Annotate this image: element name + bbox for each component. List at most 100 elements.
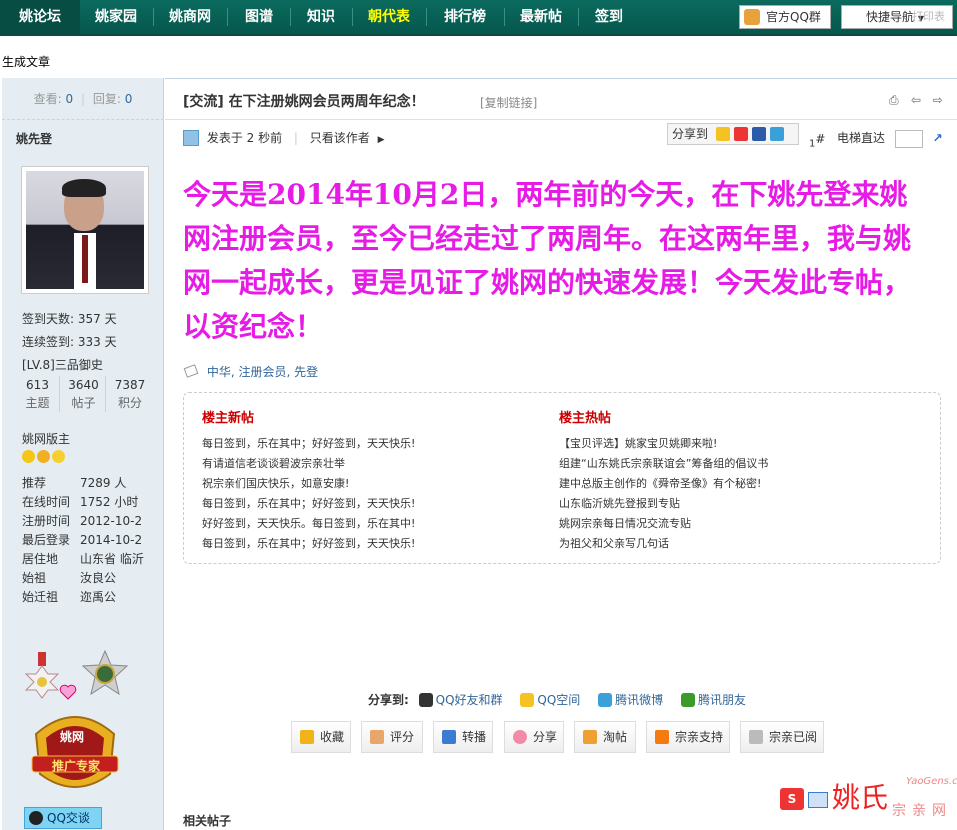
list-item[interactable]: 组建“山东姚氏宗亲联谊会”筹备组的倡议书: [559, 454, 768, 474]
list-item[interactable]: 好好签到，天天快乐。每日签到，乐在其中!: [202, 514, 415, 534]
points-count: 7387: [114, 378, 146, 392]
nav-dynasty-table[interactable]: 朝代表: [358, 0, 420, 34]
tqq-icon[interactable]: [769, 127, 784, 141]
star-icon: [52, 450, 65, 463]
points-stat[interactable]: 7387 积分: [108, 376, 152, 412]
posts-stat[interactable]: 3640 帖子: [62, 376, 106, 412]
list-item[interactable]: 每日签到，乐在其中；好好签到，天天快乐!: [202, 534, 415, 554]
topics-stat[interactable]: 613 主题: [16, 376, 60, 412]
qq-group-button[interactable]: 官方QQ群: [739, 5, 831, 29]
author-name[interactable]: 姚先登: [16, 130, 52, 147]
rate-button[interactable]: 评分: [361, 721, 423, 753]
qq-chat-button[interactable]: QQ交谈: [24, 807, 102, 829]
list-item[interactable]: 姚网宗亲每日情况交流专贴: [559, 514, 768, 534]
nav-genealogy[interactable]: 图谱: [233, 0, 285, 34]
view-reply-stats: 查看: 0 | 回复: 0: [2, 78, 164, 120]
info-value: 迩禹公: [80, 590, 117, 604]
prev-thread-icon[interactable]: ⇦: [911, 94, 925, 107]
info-key: 推荐: [22, 476, 47, 490]
share-qq-friends[interactable]: QQ好友和群: [418, 693, 503, 707]
generate-article-label: 生成文章: [2, 55, 51, 69]
taotie-button[interactable]: 淘帖: [574, 721, 636, 753]
qq-chat-label: QQ交谈: [47, 811, 90, 825]
share-tqq-label: 腾讯微博: [615, 693, 664, 707]
taotie-label: 淘帖: [603, 730, 628, 744]
elevator: 电梯直达 ↗: [837, 129, 943, 148]
divider: [165, 119, 957, 120]
quick-nav-label: 快捷导航: [866, 10, 915, 24]
author-posts-box: 楼主新帖 每日签到，乐在其中；好好签到，天天快乐! 有请道信老谈谈碧波宗亲壮举 …: [183, 392, 941, 564]
list-item[interactable]: 祝宗亲们国庆快乐，如意安康!: [202, 474, 415, 494]
cross-medal-icon[interactable]: [24, 652, 60, 700]
nav-yao-forum[interactable]: 姚论坛: [0, 0, 80, 34]
sun-icon: [22, 450, 35, 463]
tag-links[interactable]: 中华, 注册会员, 先登: [207, 365, 318, 379]
avatar[interactable]: [21, 166, 149, 294]
print-icon[interactable]: ⎙: [889, 94, 903, 107]
weibo-icon[interactable]: [733, 127, 748, 141]
post-time: 发表于 2 秒前: [206, 131, 283, 145]
nav-signin[interactable]: 签到: [584, 0, 634, 34]
list-item[interactable]: 【宝贝评选】姚家宝贝姚卿来啦!: [559, 434, 768, 454]
user-level[interactable]: [LV.8]三品御史: [22, 356, 103, 373]
qq-penguin-icon: [29, 811, 43, 825]
star-medal-icon[interactable]: [82, 650, 128, 696]
nav-separator: [290, 8, 291, 26]
list-item[interactable]: 每日签到，乐在其中；好好签到，天天快乐!: [202, 494, 415, 514]
elevator-go-icon[interactable]: ↗: [933, 131, 943, 145]
favorite-button[interactable]: 收藏: [291, 721, 351, 753]
new-posts-heading: 楼主新帖: [202, 411, 255, 426]
info-key: 在线时间: [22, 495, 71, 509]
elevator-input[interactable]: [894, 129, 923, 148]
nav-ranking[interactable]: 排行榜: [432, 0, 498, 34]
post-content: 今天是2014年10月2日，两年前的今天，在下姚先登来姚网注册会员，至今已经走过…: [183, 178, 912, 343]
list-item[interactable]: 为祖父和父亲写几句话: [559, 534, 768, 554]
info-value: 2014-10-2: [80, 533, 143, 547]
rate-label: 评分: [390, 730, 415, 744]
nav-knowledge[interactable]: 知识: [296, 0, 346, 34]
share-qzone[interactable]: QQ空间: [520, 693, 580, 707]
qzone-icon[interactable]: [715, 127, 730, 141]
list-item[interactable]: 建中总版主创作的《舜帝圣像》有个秘密!: [559, 474, 768, 494]
info-row: 在线时间 1752 小时: [22, 493, 162, 512]
broadcast-button[interactable]: 转播: [433, 721, 493, 753]
next-thread-icon[interactable]: ⇨: [933, 94, 947, 107]
replies-label: 回复:: [92, 92, 121, 106]
support-button[interactable]: 宗亲支持: [646, 721, 730, 753]
baidu-icon[interactable]: [751, 127, 766, 141]
nav-latest-posts[interactable]: 最新帖: [510, 0, 572, 34]
author-only-link[interactable]: 只看该作者: [310, 131, 370, 145]
share-label-btn: 分享: [533, 730, 558, 744]
arrow-down-icon: [749, 730, 763, 744]
promotion-expert-badge[interactable]: [26, 704, 124, 796]
nav-yao-shop[interactable]: 姚商网: [159, 0, 221, 34]
post-category[interactable]: [交流]: [183, 94, 224, 110]
top-nav-bar: 姚论坛 姚家园 姚商网 图谱 知识 朝代表 排行榜 最新帖 签到 官方QQ群 快…: [0, 0, 957, 36]
share-bar-label: 分享到:: [368, 693, 409, 707]
views-label: 查看:: [33, 92, 62, 106]
list-item[interactable]: 有请道信老谈谈碧波宗亲壮举: [202, 454, 415, 474]
list-item[interactable]: 山东临沂姚先登报到专贴: [559, 494, 768, 514]
list-item[interactable]: 每日签到，乐在其中；好好签到，天天快乐!: [202, 434, 415, 454]
user-role[interactable]: 姚网版主: [22, 430, 70, 447]
share-tqq[interactable]: 腾讯微博: [598, 693, 663, 707]
share-qzone-label: QQ空间: [537, 693, 581, 707]
info-row: 最后登录 2014-10-2: [22, 531, 162, 550]
qq-group-label: 官方QQ群: [766, 10, 821, 24]
nav-yao-home[interactable]: 姚家园: [85, 0, 147, 34]
new-posts-column: 楼主新帖 每日签到，乐在其中；好好签到，天天快乐! 有请道信老谈谈碧波宗亲壮举 …: [202, 407, 415, 554]
share-button[interactable]: 分享: [504, 721, 564, 753]
info-value: 7289 人: [80, 476, 127, 490]
points-label: 积分: [117, 396, 142, 410]
arrow-up-icon: [655, 730, 669, 744]
support-label: 宗亲支持: [675, 730, 724, 744]
share-box: 分享到: [667, 123, 799, 145]
share-pengyou[interactable]: 腾讯朋友: [680, 693, 746, 707]
quick-nav-dropdown[interactable]: 快捷导航 ▼ 打印表: [841, 5, 953, 29]
read-button[interactable]: 宗亲已阅: [740, 721, 824, 753]
share-pengyou-label: 腾讯朋友: [697, 693, 746, 707]
nav-separator: [504, 8, 505, 26]
site-logo: S 姚氏 YaoGens.cn 宗亲网: [780, 762, 957, 822]
hot-posts-heading: 楼主热帖: [559, 411, 612, 426]
copy-link-button[interactable]: [复制链接]: [480, 94, 537, 111]
